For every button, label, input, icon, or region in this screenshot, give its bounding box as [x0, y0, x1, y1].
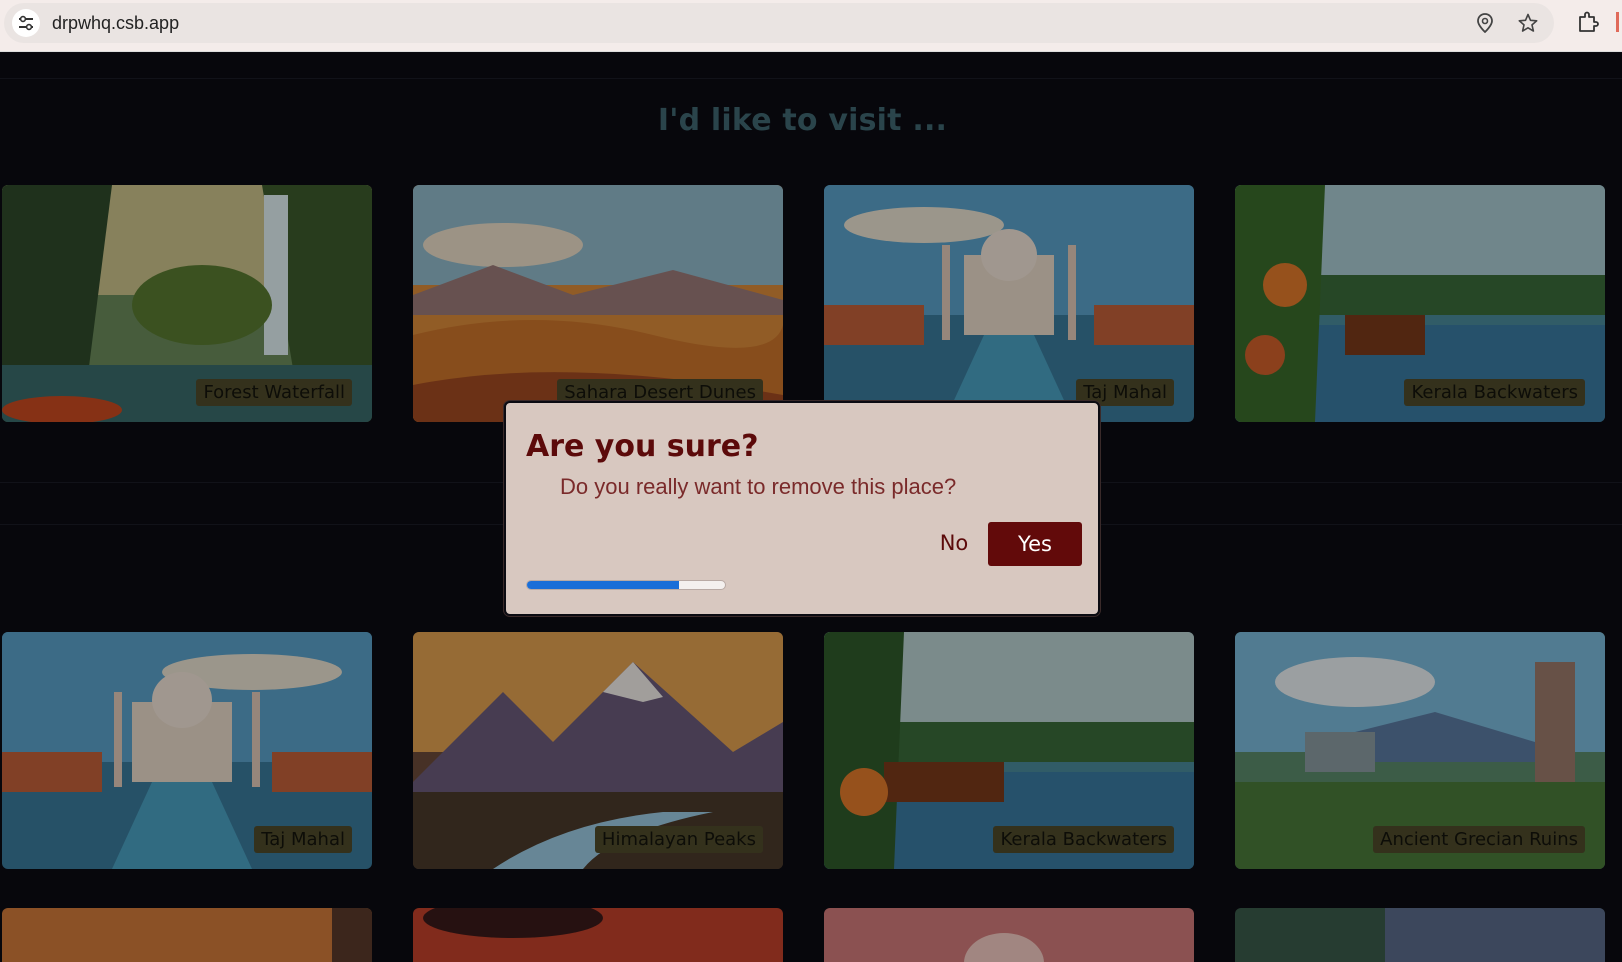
- dialog-message: Do you really want to remove this place?: [560, 474, 957, 499]
- extensions-icon[interactable]: [1576, 10, 1600, 34]
- url-text[interactable]: drpwhq.csb.app: [52, 13, 179, 34]
- location-icon[interactable]: [1474, 12, 1496, 34]
- yes-button[interactable]: Yes: [988, 522, 1082, 566]
- dialog-title: Are you sure?: [526, 429, 759, 464]
- profile-edge-accent: [1616, 12, 1619, 32]
- site-settings-icon[interactable]: [12, 9, 40, 37]
- browser-toolbar: drpwhq.csb.app: [0, 0, 1622, 52]
- address-bar[interactable]: drpwhq.csb.app: [4, 3, 1554, 43]
- star-icon[interactable]: [1517, 12, 1539, 34]
- no-button[interactable]: No: [932, 523, 976, 563]
- auto-confirm-progress: [526, 580, 726, 590]
- progress-fill: [527, 581, 680, 589]
- confirm-dialog: Are you sure? Do you really want to remo…: [504, 401, 1100, 616]
